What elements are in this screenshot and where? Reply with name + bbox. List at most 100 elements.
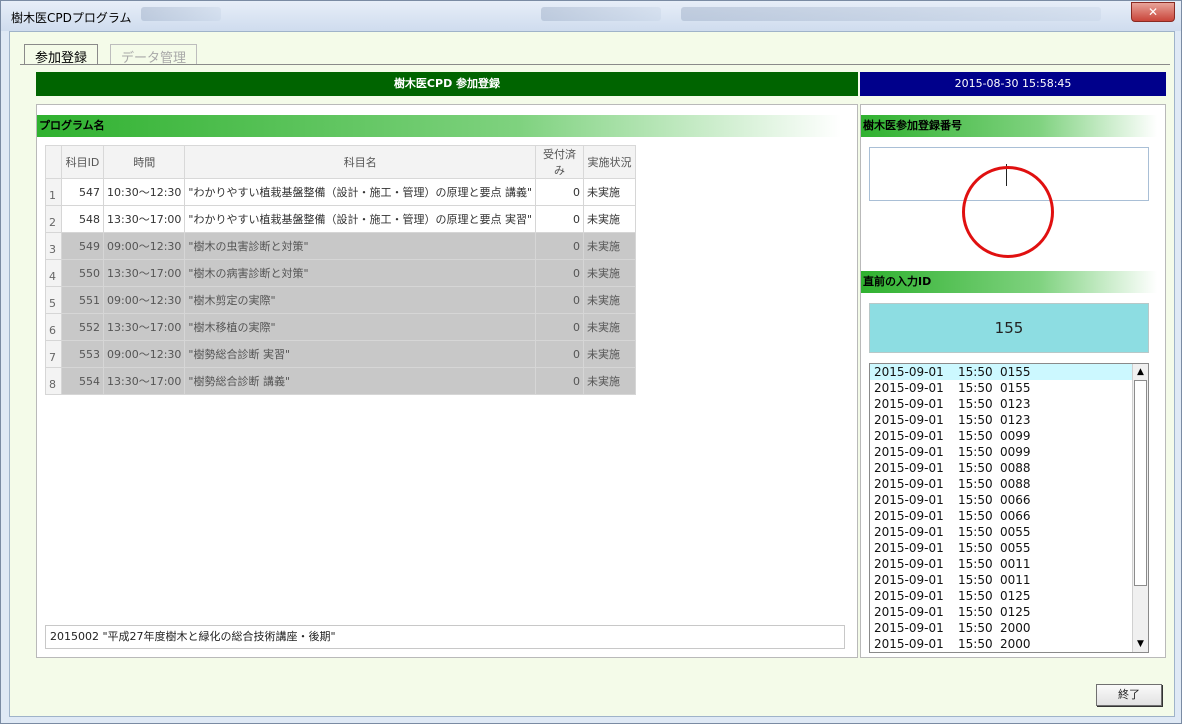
tab-registration[interactable]: 参加登録 <box>24 44 99 66</box>
log-item[interactable]: 2015-09-01 15:50 0155 <box>870 364 1132 380</box>
table-row[interactable]: 7 553 09:00〜12:30 "樹勢総合診断 実習" 0 未実施 <box>45 340 637 368</box>
cell-time: 13:30〜17:00 <box>102 367 186 395</box>
log-time: 15:50 <box>958 365 993 379</box>
column-header-name[interactable]: 科目名 <box>184 145 537 179</box>
end-button[interactable]: 終了 <box>1096 684 1162 706</box>
log-item[interactable]: 2015-09-01 15:50 0066 <box>870 492 1132 508</box>
row-number: 7 <box>45 340 62 368</box>
cell-time: 09:00〜12:30 <box>102 232 186 260</box>
column-header-id[interactable]: 科目ID <box>61 145 104 179</box>
cell-received-count: 0 <box>535 340 585 368</box>
log-time: 15:50 <box>958 541 993 555</box>
log-time: 15:50 <box>958 605 993 619</box>
log-item[interactable]: 2015-09-01 15:50 0055 <box>870 524 1132 540</box>
table-row[interactable]: 3 549 09:00〜12:30 "樹木の虫害診断と対策" 0 未実施 <box>45 232 637 260</box>
log-item[interactable]: 2015-09-01 15:50 0088 <box>870 476 1132 492</box>
cell-received-count: 0 <box>535 313 585 341</box>
column-header-received[interactable]: 受付済み <box>535 145 585 179</box>
log-item[interactable]: 2015-09-01 15:50 0123 <box>870 412 1132 428</box>
log-item[interactable]: 2015-09-01 15:50 0066 <box>870 508 1132 524</box>
cell-subject-id: 548 <box>61 205 104 233</box>
log-date: 2015-09-01 <box>874 605 944 619</box>
table-row[interactable]: 2 548 13:30〜17:00 "わかりやすい植栽基盤整備（設計・施工・管理）の原… <box>45 205 637 233</box>
table-header-row: 科目ID 時間 科目名 受付済み 実施状況 <box>45 145 637 179</box>
log-date: 2015-09-01 <box>874 557 944 571</box>
table-row[interactable]: 1 547 10:30〜12:30 "わかりやすい植栽基盤整備（設計・施工・管理）の原… <box>45 178 637 206</box>
log-item[interactable]: 2015-09-0115:501000 <box>870 652 1132 653</box>
taskbar-ghost <box>541 7 661 21</box>
course-info: 2015002 "平成27年度樹木と緑化の総合技術講座・後期" <box>45 625 845 649</box>
close-button[interactable]: ✕ <box>1131 2 1175 22</box>
program-table[interactable]: 科目ID 時間 科目名 受付済み 実施状況 1 547 10:30〜12:30 "わか… <box>45 145 637 395</box>
log-item[interactable]: 2015-09-01 15:50 0099 <box>870 444 1132 460</box>
log-item[interactable]: 2015-09-01 15:50 2000 <box>870 636 1132 652</box>
cell-subject-id: 549 <box>61 232 104 260</box>
table-row[interactable]: 8 554 13:30〜17:00 "樹勢総合診断 講義" 0 未実施 <box>45 367 637 395</box>
datetime-display: 2015-08-30 15:58:45 <box>860 72 1166 96</box>
log-time: 15:50 <box>958 445 993 459</box>
cell-time: 13:30〜17:00 <box>102 313 186 341</box>
cell-subject-name: "樹木の虫害診断と対策" <box>184 232 537 260</box>
log-time: 15:50 <box>958 573 993 587</box>
log-id: 0155 <box>1000 381 1031 395</box>
log-time: 15:50 <box>958 477 993 491</box>
cell-subject-name: "樹勢総合診断 講義" <box>184 367 537 395</box>
log-date: 2015-09-01 <box>874 429 944 443</box>
client-area: 参加登録 データ管理 樹木医CPD 参加登録 2015-08-30 15:58:… <box>9 31 1175 717</box>
log-time: 15:50 <box>958 509 993 523</box>
cell-received-count: 0 <box>535 286 585 314</box>
log-item[interactable]: 2015-09-01 15:50 0123 <box>870 396 1132 412</box>
tab-data-management[interactable]: データ管理 <box>110 44 198 66</box>
log-id: 0123 <box>1000 413 1031 427</box>
log-item[interactable]: 2015-09-01 15:50 0125 <box>870 588 1132 604</box>
log-id: 2000 <box>1000 637 1031 651</box>
row-number: 5 <box>45 286 62 314</box>
log-time: 15:50 <box>958 637 993 651</box>
scroll-up-arrow-icon[interactable]: ▲ <box>1133 365 1148 379</box>
log-id: 0011 <box>1000 557 1031 571</box>
log-id: 0055 <box>1000 541 1031 555</box>
log-scrollbar[interactable]: ▲ ▼ <box>1132 364 1148 652</box>
title-bar: 樹木医CPDプログラム ✕ <box>1 1 1181 31</box>
scroll-thumb[interactable] <box>1134 380 1147 586</box>
log-item[interactable]: 2015-09-01 15:50 0055 <box>870 540 1132 556</box>
log-date: 2015-09-01 <box>874 589 944 603</box>
registration-log-list[interactable]: 2015-09-01 15:50 0155 2015-09-01 15:50 0155 20… <box>869 363 1149 653</box>
cell-time: 13:30〜17:00 <box>102 259 186 287</box>
row-number: 8 <box>45 367 62 395</box>
log-id: 0099 <box>1000 445 1031 459</box>
table-row[interactable]: 4 550 13:30〜17:00 "樹木の病害診断と対策" 0 未実施 <box>45 259 637 287</box>
log-time: 15:50 <box>958 429 993 443</box>
log-date: 2015-09-01 <box>874 652 958 653</box>
log-date: 2015-09-01 <box>874 381 944 395</box>
window-title: 樹木医CPDプログラム <box>11 11 132 25</box>
cell-status: 未実施 <box>583 340 637 368</box>
cell-subject-id: 553 <box>61 340 104 368</box>
log-id: 0088 <box>1000 461 1031 475</box>
table-row[interactable]: 6 552 13:30〜17:00 "樹木移植の実際" 0 未実施 <box>45 313 637 341</box>
log-item[interactable]: 2015-09-01 15:50 0125 <box>870 604 1132 620</box>
log-time: 15:50 <box>958 589 993 603</box>
last-id-section-title: 直前の入力ID <box>861 271 1157 293</box>
log-item[interactable]: 2015-09-01 15:50 0099 <box>870 428 1132 444</box>
log-date: 2015-09-01 <box>874 477 944 491</box>
log-item[interactable]: 2015-09-01 15:50 2000 <box>870 620 1132 636</box>
cell-received-count: 0 <box>535 232 585 260</box>
table-row[interactable]: 5 551 09:00〜12:30 "樹木剪定の実際" 0 未実施 <box>45 286 637 314</box>
cell-received-count: 0 <box>535 205 585 233</box>
log-item[interactable]: 2015-09-01 15:50 0011 <box>870 556 1132 572</box>
log-item[interactable]: 2015-09-01 15:50 0011 <box>870 572 1132 588</box>
log-date: 2015-09-01 <box>874 637 944 651</box>
log-item[interactable]: 2015-09-01 15:50 0088 <box>870 460 1132 476</box>
column-header-status[interactable]: 実施状況 <box>583 145 637 179</box>
log-date: 2015-09-01 <box>874 573 944 587</box>
scroll-down-arrow-icon[interactable]: ▼ <box>1133 637 1148 651</box>
registration-panel: 樹木医参加登録番号 直前の入力ID 155 2015-09-01 15:50 015… <box>860 104 1166 658</box>
cell-status: 未実施 <box>583 367 637 395</box>
registration-number-input[interactable] <box>869 147 1149 258</box>
log-item[interactable]: 2015-09-01 15:50 0155 <box>870 380 1132 396</box>
cell-status: 未実施 <box>583 313 637 341</box>
column-header-time[interactable]: 時間 <box>102 145 186 179</box>
row-number: 2 <box>45 205 62 233</box>
log-date: 2015-09-01 <box>874 493 944 507</box>
